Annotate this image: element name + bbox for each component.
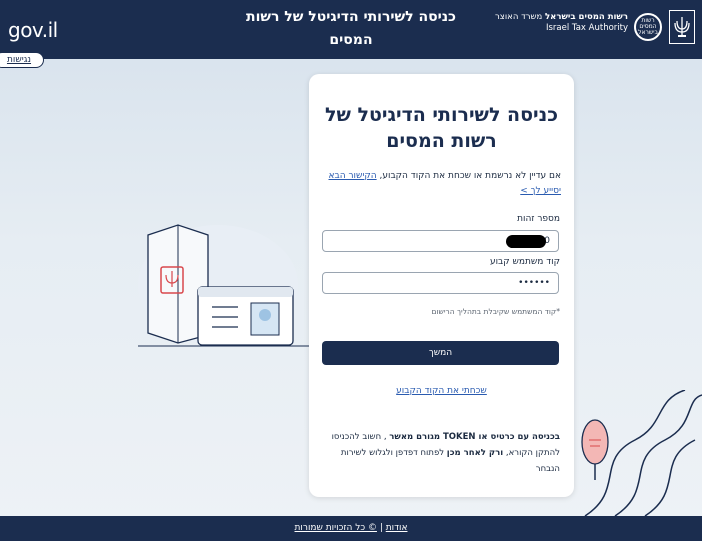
forgot-code-link[interactable]: שכחתי את הקוד הקבוע [309,386,574,396]
footer-separator: | [376,523,386,533]
page-title: כניסה לשירותי הדיגיטל של רשות המסים [206,6,496,52]
card-title: כניסה לשירותי הדיגיטל של רשות המסים [324,104,558,152]
login-card: כניסה לשירותי הדיגיטל של רשות המסים אם ע… [309,74,574,497]
gov-il-logo[interactable]: gov.il [8,18,58,42]
id-number-input[interactable]: 0 [322,230,559,252]
tax-authority-logo-icon: רשות המסים בישראל [634,13,662,41]
authority-name-he: רשות המסים בישראל [545,12,628,22]
page-title-line2: המסים [329,32,373,48]
page-title-line1: כניסה לשירותי הדיגיטל של רשות [246,9,456,25]
intro-text: אם עדיין לא נרשמת או שכחת את הקוד הקבוע,… [321,169,561,199]
header-bar: gov.il כניסה לשירותי הדיגיטל של רשות המס… [0,0,702,59]
user-code-input[interactable]: •••••• [322,272,559,294]
redaction-mark [506,235,546,248]
id-documents-illustration [138,224,313,347]
authority-name: רשות המסים בישראל משרד האוצר Israel Tax … [495,12,628,34]
token-note: בכניסה עם כרטיס או TOKEN מגורם מאשר , חש… [322,429,560,477]
id-number-label: מספר זהות [517,214,560,224]
token-note-bold: בכניסה עם כרטיס או TOKEN מגורם מאשר [389,432,560,442]
footer: אודות | © כל הזכויות שמורות [0,516,702,541]
accessibility-button[interactable]: נגישות [0,52,44,68]
road-tree-illustration [581,390,702,516]
state-emblem-icon [669,10,695,44]
intro-text-body: אם עדיין לא נרשמת או שכחת את הקוד הקבוע, [376,171,562,181]
token-note-emphasis: ורק לאחר מכן [446,448,504,458]
continue-button[interactable]: המשך [322,341,559,365]
authority-name-en: Israel Tax Authority [546,23,628,33]
user-code-label: קוד משתמש קבוע [489,257,560,267]
about-link[interactable]: אודות [386,523,408,533]
tax-authority-logo-text: רשות המסים בישראל [638,17,658,36]
copyright-link[interactable]: © כל הזכויות שמורות [295,523,377,533]
user-code-hint: *קוד המשתמש שקיבלת בתהליך הרישום [431,307,560,316]
ministry-name: משרד האוצר [494,12,543,22]
